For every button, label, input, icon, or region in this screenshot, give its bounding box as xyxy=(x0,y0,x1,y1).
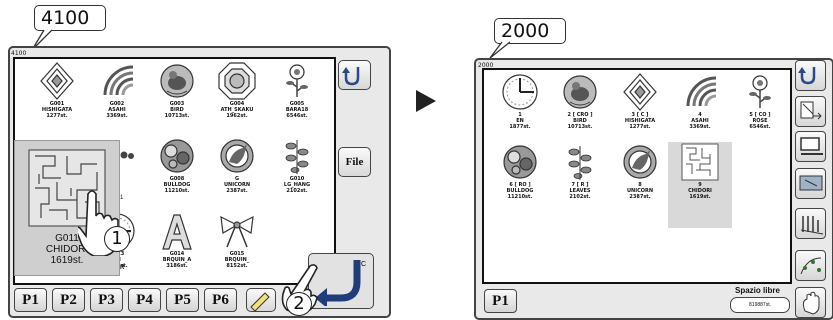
maze-icon xyxy=(680,142,720,182)
page-button-p3[interactable]: P3 xyxy=(90,288,123,312)
pattern-label: 9 CHIDORI 1619st. xyxy=(688,182,712,200)
pattern-item[interactable]: G002 ASAHI 3369st. xyxy=(85,61,149,147)
pattern-label: G UNICORN 2387st. xyxy=(223,176,251,194)
page-button-p1[interactable]: P1 xyxy=(14,288,47,312)
sewing-machine-icon xyxy=(799,175,822,190)
pattern-label: 4 ASAHI 3369st. xyxy=(689,112,711,130)
embroidery-icon xyxy=(800,257,821,274)
pattern-button[interactable] xyxy=(795,250,826,281)
page-button-p2[interactable]: P2 xyxy=(52,288,85,312)
file-button[interactable]: File xyxy=(338,147,371,177)
pattern-label: G014 BRQUIN_A 3186st. xyxy=(162,251,192,269)
callout-pointer xyxy=(489,41,510,59)
page-button-p6[interactable]: P6 xyxy=(204,288,237,312)
sunrays-icon xyxy=(680,72,720,112)
pattern-item[interactable]: G014 BRQUIN_A 3186st. xyxy=(145,211,209,297)
pattern-label: 6 [ RO ] BULLDOG 11210st. xyxy=(506,182,534,200)
memory-callout-value: 4100 xyxy=(41,7,90,29)
return-arrow-icon xyxy=(797,66,815,84)
thread-icon xyxy=(800,215,823,234)
thread-button[interactable] xyxy=(795,208,826,239)
page-button-p1[interactable]: P1 xyxy=(484,289,517,313)
svg-text:C: C xyxy=(361,261,366,268)
pattern-label: 1 EN 1877st. xyxy=(509,112,531,130)
pattern-item[interactable]: G001 HISHIGATA 1277st. xyxy=(25,61,89,147)
pattern-label: 5 [ CO ] ROSE 6546st. xyxy=(749,112,771,130)
pattern-label: 7 [ R ] LEAVES 2102st. xyxy=(569,182,591,200)
hoop-button[interactable] xyxy=(795,287,826,318)
leaves-icon xyxy=(277,136,317,176)
memory-indicator-left: 4100 xyxy=(11,50,27,57)
computer-icon xyxy=(799,136,823,155)
pattern-label: 2 [ CRO ] BIRD 10713st. xyxy=(567,112,593,130)
sunrays-icon xyxy=(97,61,137,101)
pattern-item[interactable]: G005 BARA18 6546st. xyxy=(265,61,329,147)
free-space-label: Spazio libre xyxy=(735,286,780,295)
bow-icon xyxy=(217,211,257,251)
pattern-label: G010 LG_HANG 2102st. xyxy=(283,176,311,194)
diamond-icon xyxy=(37,61,77,101)
pattern-item[interactable]: G010 LG_HANG 2102st. xyxy=(265,136,329,222)
pattern-item[interactable]: G008 BULLDOG 11210st. xyxy=(145,136,209,222)
pattern-label: G008 BULLDOG 11210st. xyxy=(163,176,191,194)
next-arrow-icon xyxy=(416,90,436,112)
step-marker-2: 2 xyxy=(286,292,312,316)
back-button[interactable] xyxy=(338,60,371,90)
memory-button[interactable] xyxy=(795,168,826,199)
floral-icon xyxy=(157,136,197,176)
return-arrow-icon xyxy=(342,67,360,86)
pattern-grid-right: 1 EN 1877st. 2 [ CRO ] BIRD 10713st. 3 [ C… xyxy=(482,68,792,284)
page-button-p4[interactable]: P4 xyxy=(128,288,161,312)
pattern-item[interactable]: G UNICORN 2387st. xyxy=(205,136,269,222)
pattern-item[interactable]: 6 [ RO ] BULLDOG 11210st. xyxy=(488,142,552,228)
pattern-item[interactable]: G003 BIRD 10713st. xyxy=(145,61,209,147)
unicorn-icon xyxy=(217,136,257,176)
bird-icon xyxy=(157,61,197,101)
send-button[interactable] xyxy=(795,96,826,127)
memory-callout-value: 2000 xyxy=(501,20,550,42)
hand-icon xyxy=(802,291,819,315)
letter-a-icon xyxy=(157,211,197,251)
pattern-label: G001 HISHIGATA 1277st. xyxy=(41,101,73,119)
clock-icon xyxy=(500,72,540,112)
partial-label: R xyxy=(120,265,125,271)
back-button[interactable] xyxy=(795,60,826,91)
pattern-item[interactable]: G015 BRQUIN_ 8152st. xyxy=(205,211,269,297)
pattern-item[interactable]: 9 CHIDORI 1619st. xyxy=(668,142,732,228)
pattern-label: G003 BIRD 10713st. xyxy=(164,101,190,119)
pattern-label: 3 [ C ] HISHIGATA 1277st. xyxy=(624,112,656,130)
pattern-label: G004 ATH_SKAKU 1962st. xyxy=(220,101,254,119)
step-marker-1: 1 xyxy=(104,226,130,252)
pattern-label: G002 ASAHI 3369st. xyxy=(106,101,128,119)
page-button-p5[interactable]: P5 xyxy=(166,288,199,312)
octagon-icon xyxy=(217,61,257,101)
leaves-icon xyxy=(560,142,600,182)
unicorn-icon xyxy=(620,142,660,182)
pattern-label: G015 BRQUIN_ 8152st. xyxy=(224,251,250,269)
pattern-item[interactable]: 7 [ R ] LEAVES 2102st. xyxy=(548,142,612,228)
pc-button[interactable] xyxy=(795,131,826,162)
send-icon xyxy=(800,101,822,119)
floral-icon xyxy=(500,142,540,182)
rose-icon xyxy=(740,72,780,112)
bird-icon xyxy=(560,72,600,112)
magnified-stitches: 1619st. xyxy=(50,255,84,266)
rose-icon xyxy=(277,61,317,101)
pattern-label: G005 BARA18 6546st. xyxy=(285,101,309,119)
free-space-value: 819887st. xyxy=(730,297,790,313)
pencil-icon xyxy=(250,292,270,312)
pattern-item[interactable]: 5 [ CO ] ROSE 6546st. xyxy=(728,72,792,158)
diamond-icon xyxy=(620,72,660,112)
pattern-label: 8 UNICORN 2387st. xyxy=(626,182,654,200)
pattern-item[interactable]: 8 UNICORN 2387st. xyxy=(608,142,672,228)
pattern-item[interactable]: G004 ATH_SKAKU 1962st. xyxy=(205,61,269,147)
